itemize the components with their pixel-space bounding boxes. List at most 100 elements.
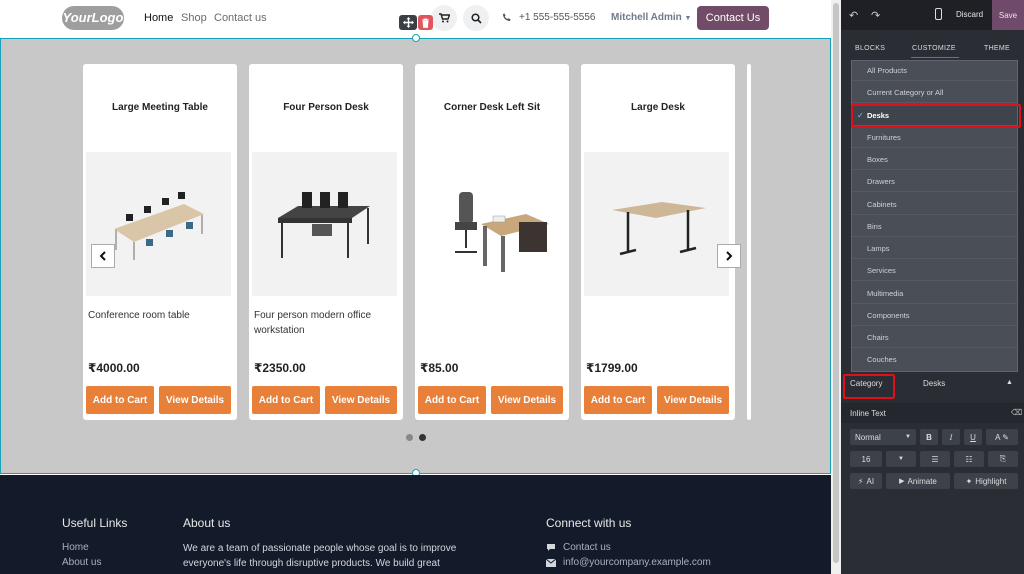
delete-snippet-button[interactable] <box>418 15 433 30</box>
category-option-boxes[interactable]: Boxes <box>852 150 1017 170</box>
footer-link-about[interactable]: About us <box>62 557 101 568</box>
product-description: Four person modern office workstation <box>254 310 372 336</box>
font-style-select[interactable]: Normal ▼ <box>850 429 916 445</box>
nav-link-contact[interactable]: Contact us <box>214 12 267 24</box>
font-style-value: Normal <box>855 432 881 442</box>
tab-blocks[interactable]: BLOCKS <box>855 45 885 52</box>
chevron-left-icon <box>99 251 106 261</box>
product-name[interactable]: Large Meeting Table <box>83 102 237 113</box>
link-button[interactable]: ⎘ <box>988 451 1018 467</box>
discard-button[interactable]: Discard <box>956 10 983 19</box>
add-to-cart-button[interactable]: Add to Cart <box>584 386 652 414</box>
product-carousel-snippet[interactable]: Large Meeting Table Conference room tabl… <box>0 34 831 477</box>
category-option-components[interactable]: Components <box>852 306 1017 326</box>
product-name[interactable]: Large Desk <box>581 102 735 113</box>
logo[interactable]: YourLogo <box>62 6 124 30</box>
highlight-category-label <box>843 374 895 399</box>
category-option-multimedia[interactable]: Multimedia <box>852 284 1017 304</box>
product-image[interactable] <box>584 152 729 296</box>
category-option-chairs[interactable]: Chairs <box>852 328 1017 348</box>
italic-button[interactable]: I <box>942 429 960 445</box>
move-handle[interactable] <box>399 15 417 30</box>
category-option-all-products[interactable]: All Products <box>852 61 1017 81</box>
product-image[interactable] <box>252 152 397 296</box>
view-details-button[interactable]: View Details <box>159 386 231 414</box>
font-size-dropdown[interactable]: ▼ <box>886 451 916 467</box>
carousel-prev-button[interactable] <box>91 244 115 268</box>
footer-email-text: info@yourcompany.example.com <box>563 557 711 568</box>
cart-button[interactable] <box>431 5 457 31</box>
category-option-furnitures[interactable]: Furnitures <box>852 128 1017 148</box>
carousel-indicator-2[interactable] <box>419 434 426 441</box>
animate-button[interactable]: ▶ Animate <box>886 473 950 489</box>
search-button[interactable] <box>463 5 489 31</box>
desk-image <box>277 192 370 258</box>
mobile-preview-icon[interactable] <box>935 8 942 20</box>
ai-label: AI <box>866 476 875 486</box>
product-card[interactable]: Large Meeting Table Conference room tabl… <box>83 64 237 420</box>
add-to-cart-button[interactable]: Add to Cart <box>252 386 320 414</box>
bold-button[interactable]: B <box>920 429 938 445</box>
undo-icon[interactable]: ↶ <box>849 9 858 22</box>
product-image[interactable] <box>86 152 231 296</box>
category-option-services[interactable]: Services <box>852 261 1017 281</box>
footer-useful-links-title: Useful Links <box>62 516 128 530</box>
category-option-drawers[interactable]: Drawers <box>852 172 1017 192</box>
view-details-button[interactable]: View Details <box>491 386 563 414</box>
product-name[interactable]: Corner Desk Left Sit <box>415 102 569 113</box>
add-to-cart-button[interactable]: Add to Cart <box>86 386 154 414</box>
search-icon <box>470 12 482 24</box>
redo-icon[interactable]: ↷ <box>871 9 880 22</box>
user-menu[interactable]: Mitchell Admin ▼ <box>611 12 691 23</box>
animate-label: Animate <box>907 476 937 486</box>
highlight-button[interactable]: ✦ Highlight <box>954 473 1018 489</box>
category-option-couches[interactable]: Couches <box>852 350 1017 370</box>
underline-button[interactable]: U <box>964 429 982 445</box>
nav-link-shop[interactable]: Shop <box>181 12 207 24</box>
footer: Useful Links Home About us About us We a… <box>0 475 831 574</box>
product-price: ₹1799.00 <box>586 361 638 375</box>
product-card[interactable]: Large Desk ₹1799.00 Add to Cart View Det… <box>581 64 735 420</box>
carousel-indicator-1[interactable] <box>406 434 413 441</box>
view-details-button[interactable]: View Details <box>325 386 397 414</box>
corner-desk-image <box>454 192 549 272</box>
highlight-label: Highlight <box>975 476 1007 486</box>
eraser-icon[interactable]: ⌫ <box>1011 408 1022 417</box>
numbered-list-button[interactable]: ☷ <box>954 451 984 467</box>
ai-button[interactable]: ⚡ AI <box>850 473 882 489</box>
product-price: ₹4000.00 <box>88 361 140 375</box>
product-image[interactable] <box>418 152 563 296</box>
phone[interactable]: +1 555-555-5556 <box>502 12 595 23</box>
footer-link-home[interactable]: Home <box>62 542 89 553</box>
cart-icon <box>438 13 450 23</box>
editor-toolbar: ↶ ↷ Discard Save <box>841 0 1024 30</box>
product-card[interactable]: Four Person Desk Four person modern offi… <box>249 64 403 420</box>
category-option-current[interactable]: Current Category or All <box>852 83 1017 103</box>
nav-link-home[interactable]: Home <box>144 12 173 24</box>
add-to-cart-button[interactable]: Add to Cart <box>418 386 486 414</box>
view-details-button[interactable]: View Details <box>657 386 729 414</box>
category-option-cabinets[interactable]: Cabinets <box>852 195 1017 215</box>
category-option-bins[interactable]: Bins <box>852 217 1017 237</box>
chat-icon <box>547 544 555 551</box>
tab-theme[interactable]: THEME <box>984 45 1010 52</box>
product-card[interactable]: Corner Desk Left Sit ₹85.00 Add to Cart … <box>415 64 569 420</box>
product-name[interactable]: Four Person Desk <box>249 102 403 113</box>
contact-us-button[interactable]: Contact Us <box>697 6 769 30</box>
chevron-up-icon[interactable]: ▲ <box>1006 379 1013 386</box>
category-select-value[interactable]: Desks <box>923 379 945 388</box>
text-color-button[interactable]: A ✎ <box>986 429 1018 445</box>
font-size-field[interactable]: 16 <box>850 451 882 467</box>
tab-customize[interactable]: CUSTOMIZE <box>912 45 956 52</box>
page-scrollbar-thumb[interactable] <box>833 3 839 563</box>
resize-handle-top[interactable] <box>412 34 420 42</box>
bullet-list-button[interactable]: ☰ <box>920 451 950 467</box>
footer-email-link[interactable]: info@yourcompany.example.com <box>546 557 711 568</box>
footer-contact-link[interactable]: Contact us <box>546 542 611 553</box>
move-icon <box>402 17 414 28</box>
save-button[interactable]: Save <box>992 0 1024 30</box>
phone-number: +1 555-555-5556 <box>519 12 596 23</box>
carousel-next-button[interactable] <box>717 244 741 268</box>
category-option-lamps[interactable]: Lamps <box>852 239 1017 259</box>
footer-connect-title: Connect with us <box>546 516 632 530</box>
